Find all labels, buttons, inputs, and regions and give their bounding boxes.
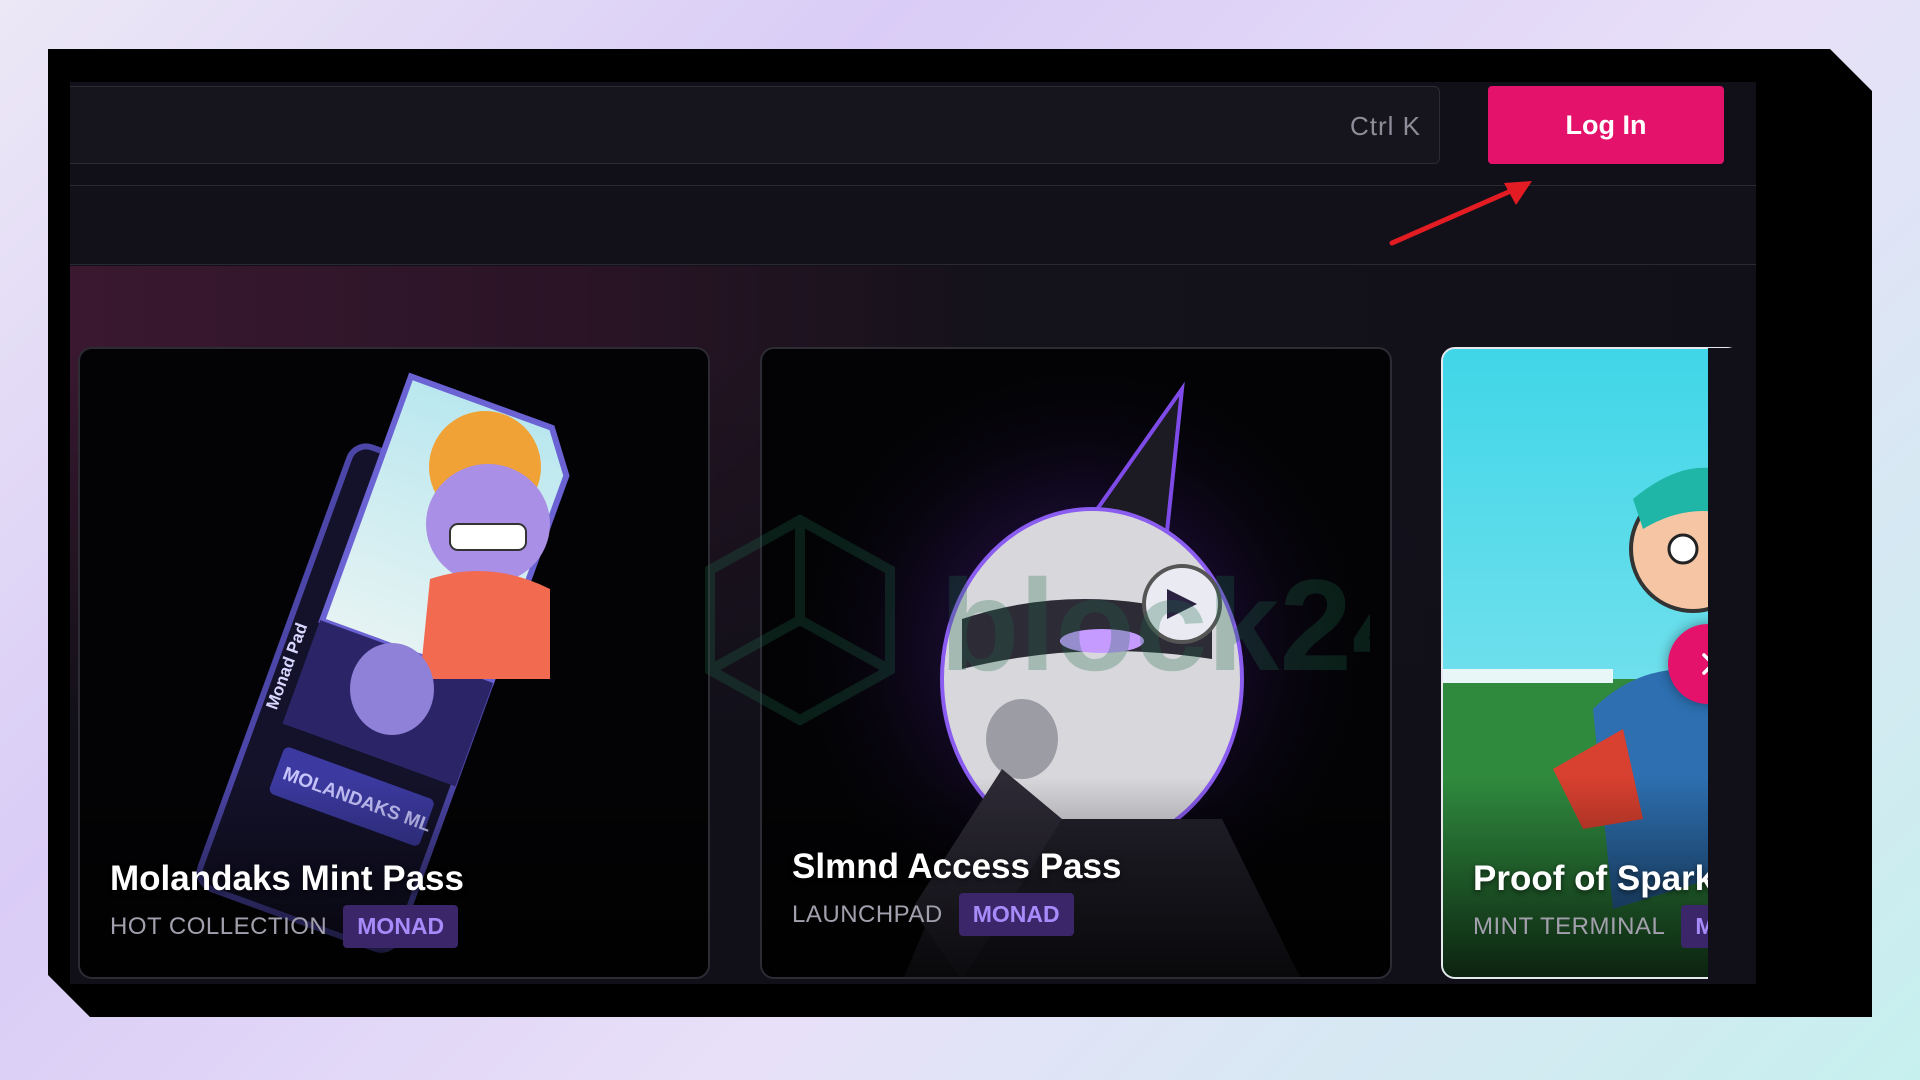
card-title: Molandaks Mint Pass (110, 859, 464, 898)
chain-badge: MONAD (958, 893, 1074, 936)
top-bar: Ctrl K Log In (70, 82, 1756, 186)
search-input[interactable]: Ctrl K (70, 86, 1440, 164)
card-meta: LAUNCHPAD MONAD (792, 893, 1074, 936)
frame-right-edge (1708, 348, 1756, 984)
chain-badge: MONAD (343, 905, 459, 948)
login-button[interactable]: Log In (1488, 86, 1724, 164)
card-title: Slmnd Access Pass (792, 847, 1122, 886)
card-meta: MINT TERMINAL MONAD (1473, 905, 1739, 948)
card-category: LAUNCHPAD (792, 900, 943, 928)
watermark-logo: block24 (705, 514, 1370, 726)
card-title: Proof of Spark (1473, 859, 1715, 898)
annotation-arrow (1389, 181, 1532, 246)
collection-card-molandaks[interactable]: MOLANDAKS ML Monad Pad Molandaks Mint Pa… (78, 347, 710, 979)
watermark-text: block24 (940, 552, 1370, 698)
card-category: MINT TERMINAL (1473, 912, 1666, 940)
card-category: HOT COLLECTION (110, 912, 328, 940)
search-shortcut-hint: Ctrl K (1350, 111, 1421, 141)
card-meta: HOT COLLECTION MONAD (110, 905, 459, 948)
